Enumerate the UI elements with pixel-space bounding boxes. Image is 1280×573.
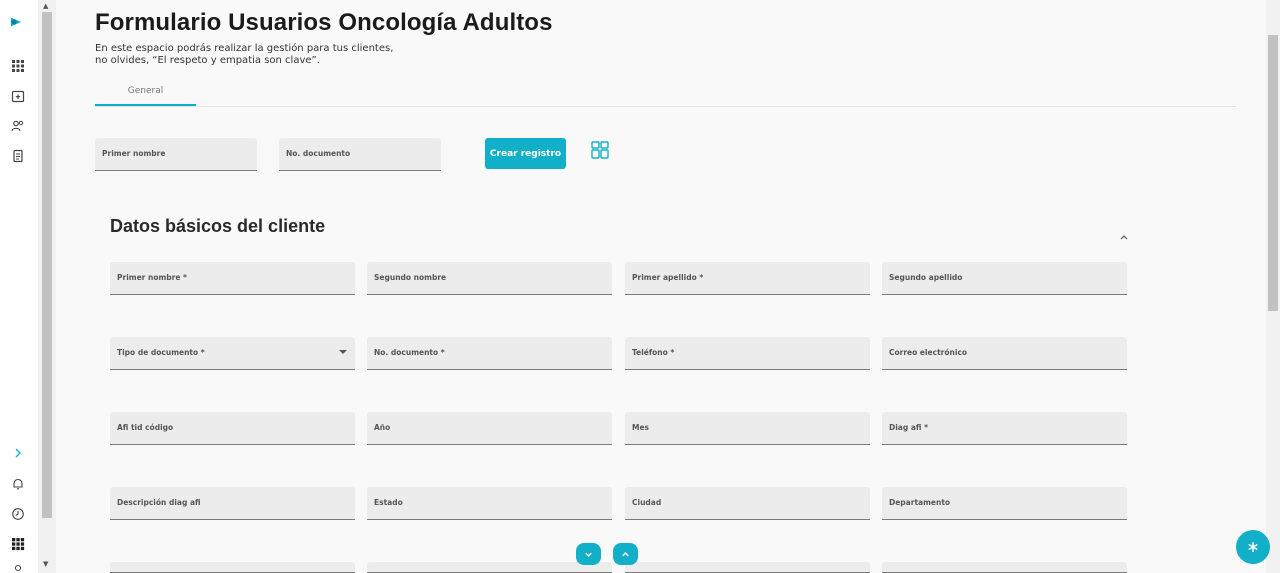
users-icon[interactable] — [11, 119, 25, 133]
first-surname-field[interactable]: Primer apellido * — [625, 262, 870, 295]
search-document-input[interactable]: No. documento — [279, 138, 441, 171]
field-label: Teléfono * — [632, 348, 675, 357]
document-type-select[interactable]: Tipo de documento * — [110, 337, 355, 370]
field-label: Mes — [632, 423, 650, 432]
scroll-up-arrow[interactable]: ▲ — [43, 2, 48, 10]
field-label: Correo electrónico — [889, 348, 968, 357]
clock-icon[interactable] — [11, 507, 25, 521]
help-fab-button[interactable] — [1236, 530, 1270, 564]
chevron-up-icon — [622, 551, 629, 556]
document-number-field[interactable]: No. documento * — [367, 337, 612, 370]
second-surname-field[interactable]: Segundo apellido — [882, 262, 1127, 295]
form-field[interactable] — [110, 562, 355, 573]
field-label: No. documento * — [374, 348, 445, 357]
user-icon[interactable] — [11, 563, 25, 573]
scroll-down-arrow[interactable]: ▼ — [43, 560, 48, 568]
form-field[interactable] — [882, 562, 1127, 573]
second-name-field[interactable]: Segundo nombre — [367, 262, 612, 295]
logo-icon[interactable] — [9, 14, 31, 36]
month-field[interactable]: Mes — [625, 412, 870, 445]
form-field[interactable] — [367, 562, 612, 573]
field-label: Año — [374, 423, 391, 432]
form-field[interactable] — [625, 562, 870, 573]
afi-tid-code-field[interactable]: Afi tid código — [110, 412, 355, 445]
field-label: Estado — [374, 498, 403, 507]
calendar-add-icon[interactable] — [11, 89, 25, 103]
first-name-field[interactable]: Primer nombre * — [110, 262, 355, 295]
field-label: Afi tid código — [117, 423, 174, 432]
asterisk-icon — [1248, 541, 1258, 553]
field-label: Descripción diag afi — [117, 498, 201, 507]
field-label: Departamento — [889, 498, 951, 507]
page-subtitle: En este espacio podrás realizar la gesti… — [95, 43, 394, 66]
field-label: Primer apellido * — [632, 273, 704, 282]
bell-icon[interactable] — [11, 477, 25, 491]
grid-icon[interactable] — [11, 537, 25, 551]
diag-description-field[interactable]: Descripción diag afi — [110, 487, 355, 520]
scroll-up-button[interactable] — [613, 543, 638, 565]
status-field[interactable]: Estado — [367, 487, 612, 520]
page-scrollbar-thumb[interactable] — [1268, 35, 1278, 311]
chevron-down-icon — [339, 350, 347, 354]
field-label: Ciudad — [632, 498, 662, 507]
layout-grid-icon[interactable] — [591, 141, 609, 159]
create-record-button[interactable]: Crear registro — [485, 138, 566, 169]
field-label: Segundo apellido — [889, 273, 963, 282]
city-field[interactable]: Ciudad — [625, 487, 870, 520]
document-icon[interactable] — [11, 149, 25, 163]
tab-general[interactable]: General — [95, 80, 196, 106]
field-label: Diag afi * — [889, 423, 928, 432]
page-title: Formulario Usuarios Oncología Adultos — [95, 9, 553, 36]
department-field[interactable]: Departamento — [882, 487, 1127, 520]
field-label: No. documento — [286, 149, 351, 158]
field-label: Segundo nombre — [374, 273, 447, 282]
diag-afi-field[interactable]: Diag afi * — [882, 412, 1127, 445]
side-navigation — [0, 0, 38, 573]
field-label: Primer nombre * — [117, 273, 187, 282]
chevron-right-icon[interactable] — [11, 446, 25, 460]
year-field[interactable]: Año — [367, 412, 612, 445]
chevron-down-icon — [585, 552, 592, 557]
chevron-up-icon[interactable] — [1119, 226, 1129, 240]
tab-bar: General — [95, 80, 1236, 107]
search-first-name-input[interactable]: Primer nombre — [95, 138, 257, 171]
field-label: Primer nombre — [102, 149, 166, 158]
field-label: Tipo de documento * — [117, 348, 205, 357]
sidebar-scrollbar[interactable]: ▲ ▼ — [38, 0, 56, 573]
sidebar-scrollbar-thumb[interactable] — [42, 12, 52, 518]
section-title: Datos básicos del cliente — [110, 216, 326, 236]
apps-icon[interactable] — [11, 59, 25, 73]
email-field[interactable]: Correo electrónico — [882, 337, 1127, 370]
page-scrollbar[interactable] — [1266, 0, 1280, 573]
scroll-down-button[interactable] — [576, 543, 601, 565]
phone-field[interactable]: Teléfono * — [625, 337, 870, 370]
